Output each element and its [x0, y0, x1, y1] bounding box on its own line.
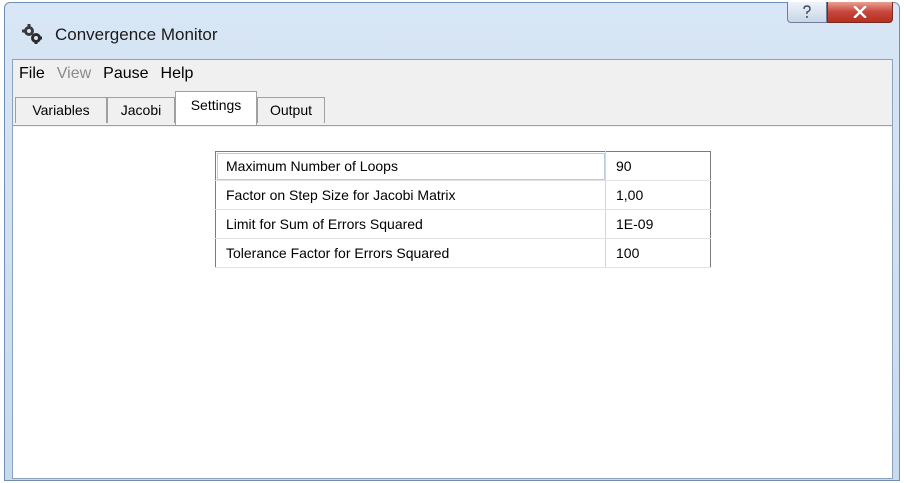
table-row[interactable]: Limit for Sum of Errors Squared 1E-09 [215, 209, 711, 239]
setting-value[interactable]: 1,00 [605, 180, 711, 210]
setting-name[interactable]: Factor on Step Size for Jacobi Matrix [215, 180, 606, 210]
menu-file[interactable]: File [13, 65, 51, 83]
close-icon [853, 6, 867, 18]
menu-pause[interactable]: Pause [97, 65, 154, 83]
gears-icon [22, 24, 42, 44]
setting-value[interactable]: 1E-09 [605, 209, 711, 239]
question-mark-icon [803, 5, 811, 18]
setting-value[interactable]: 100 [605, 238, 711, 268]
client-area: File View Pause Help Variables Jacobi Se… [12, 59, 893, 479]
table-row[interactable]: Factor on Step Size for Jacobi Matrix 1,… [215, 180, 711, 210]
settings-table: Maximum Number of Loops 90 Factor on Ste… [215, 151, 711, 268]
table-row[interactable]: Tolerance Factor for Errors Squared 100 [215, 238, 711, 268]
tab-divider [13, 125, 892, 126]
tab-strip: Variables Jacobi Settings Output [13, 88, 892, 127]
settings-panel: Maximum Number of Loops 90 Factor on Ste… [13, 127, 892, 478]
tab-output[interactable]: Output [257, 97, 325, 123]
app-window: Convergence Monitor File View Pause Help… [4, 2, 900, 481]
window-title: Convergence Monitor [55, 25, 218, 44]
title-bar[interactable]: Convergence Monitor [5, 2, 899, 57]
help-button[interactable] [787, 2, 827, 23]
menu-bar: File View Pause Help [13, 60, 892, 88]
tab-variables[interactable]: Variables [15, 97, 107, 123]
close-button[interactable] [827, 2, 893, 23]
tab-jacobi[interactable]: Jacobi [107, 97, 175, 123]
menu-help[interactable]: Help [155, 65, 200, 83]
setting-name[interactable]: Tolerance Factor for Errors Squared [215, 238, 606, 268]
tab-settings[interactable]: Settings [175, 91, 257, 125]
setting-name[interactable]: Limit for Sum of Errors Squared [215, 209, 606, 239]
setting-name[interactable]: Maximum Number of Loops [215, 151, 606, 181]
table-row[interactable]: Maximum Number of Loops 90 [215, 151, 711, 181]
setting-value[interactable]: 90 [605, 151, 711, 181]
menu-view[interactable]: View [51, 65, 97, 83]
